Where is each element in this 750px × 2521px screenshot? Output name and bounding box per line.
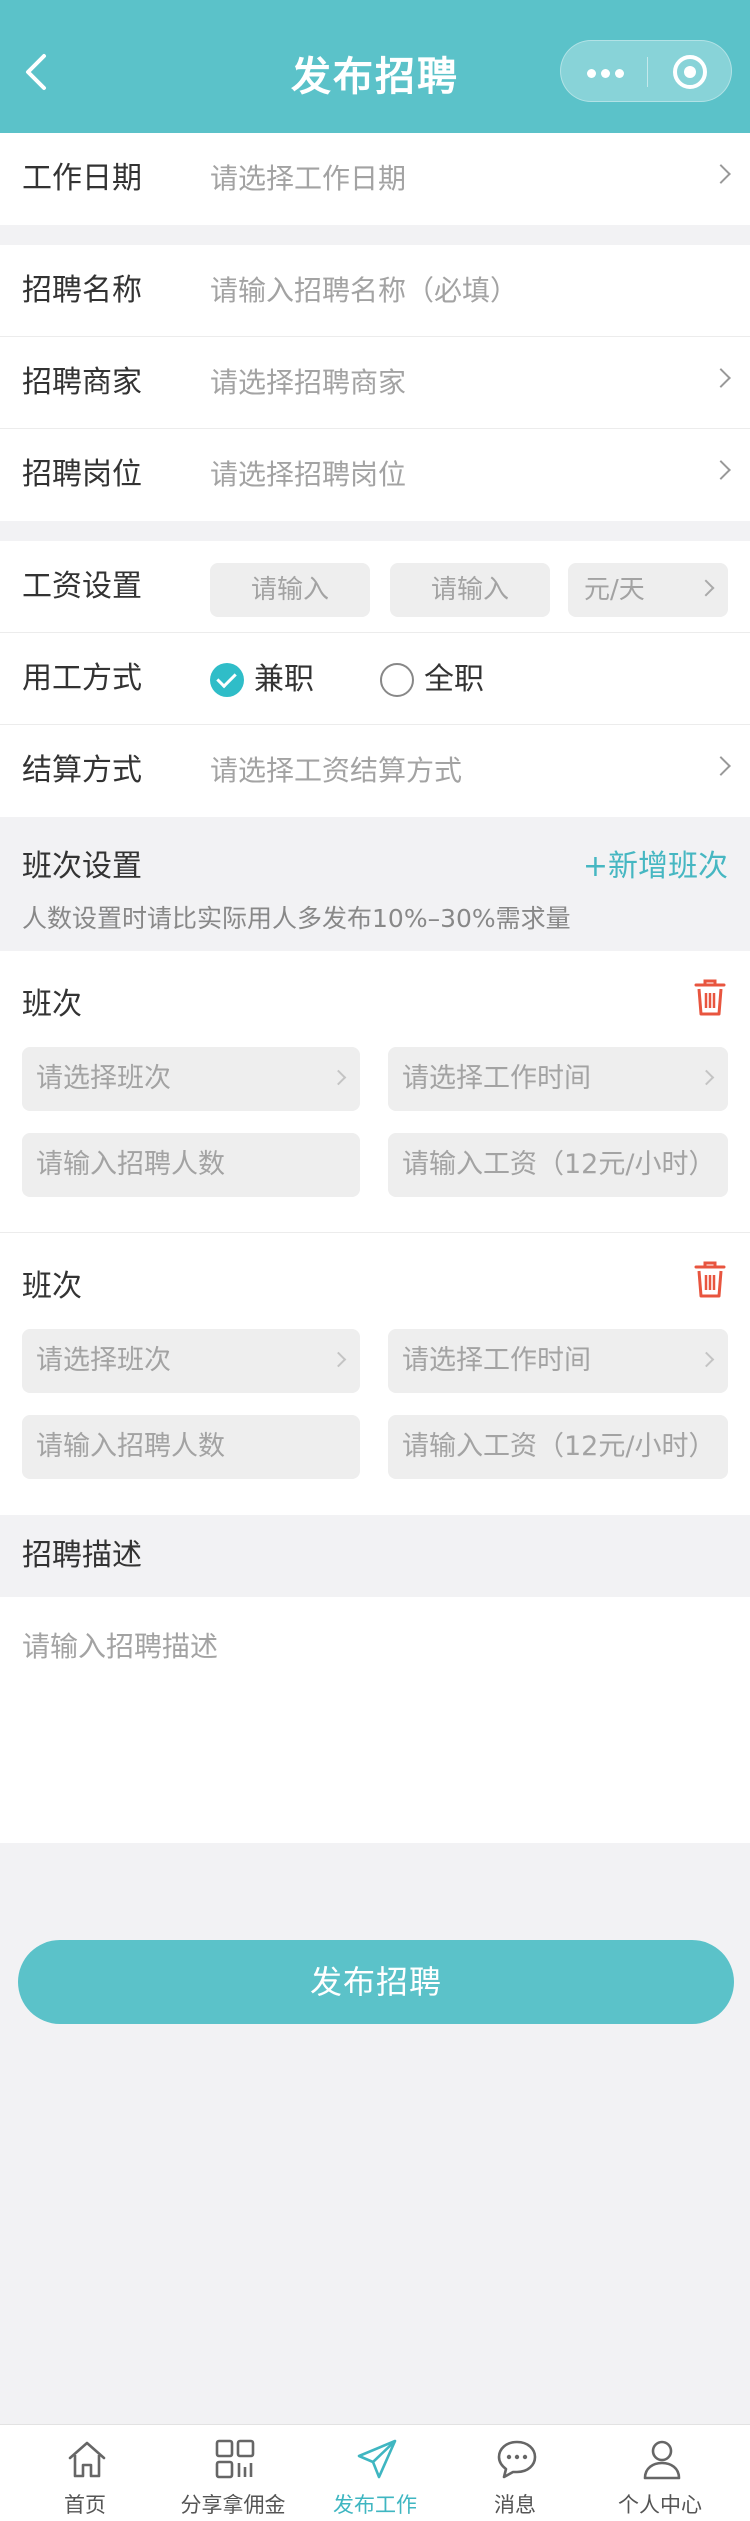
wage-input[interactable]: 请输入工资（12元/小时） bbox=[388, 1133, 728, 1197]
shift-card: 班次 请选择班次 请选择工作时间 请输入招聘人数 请输入工资（12元/小时） bbox=[0, 951, 750, 1233]
description-placeholder: 请输入招聘描述 bbox=[22, 1630, 219, 1663]
shift-settings-header: 班次设置 +新增班次 人数设置时请比实际用人多发布10%–30%需求量 bbox=[0, 817, 750, 951]
trash-icon[interactable] bbox=[694, 977, 726, 1017]
salary-unit-select[interactable]: 元/天 bbox=[568, 563, 728, 617]
chevron-right-icon bbox=[698, 1351, 715, 1368]
shift-title: 班次 bbox=[22, 1269, 82, 1304]
tab-bar: 首页 分享拿佣金 发布工作 消息 个人中心 bbox=[0, 2424, 750, 2521]
basic-info-group: 招聘名称 请输入招聘名称（必填） 招聘商家 请选择招聘商家 招聘岗位 请选择招聘… bbox=[0, 245, 750, 521]
recruit-name-label: 招聘名称 bbox=[22, 273, 142, 308]
settlement-row[interactable]: 结算方式 请选择工资结算方式 bbox=[0, 725, 750, 817]
publish-button[interactable]: 发布招聘 bbox=[18, 1940, 734, 2024]
position-row[interactable]: 招聘岗位 请选择招聘岗位 bbox=[0, 429, 750, 521]
radio-part-time[interactable]: 兼职 bbox=[210, 663, 314, 697]
employment-label: 用工方式 bbox=[22, 661, 142, 696]
tab-share[interactable]: 分享拿佣金 bbox=[158, 2425, 308, 2521]
tab-messages[interactable]: 消息 bbox=[440, 2425, 590, 2521]
add-shift-button[interactable]: +新增班次 bbox=[583, 841, 728, 885]
chevron-right-icon bbox=[330, 1069, 347, 1086]
merchant-value: 请选择招聘商家 bbox=[210, 366, 407, 399]
headcount-input[interactable]: 请输入招聘人数 bbox=[22, 1415, 360, 1479]
shift-title: 班次 bbox=[22, 987, 82, 1022]
radio-unchecked-icon bbox=[380, 663, 414, 697]
employment-row: 用工方式 兼职 全职 bbox=[0, 633, 750, 725]
merchant-row[interactable]: 招聘商家 请选择招聘商家 bbox=[0, 337, 750, 429]
work-time-placeholder: 请选择工作时间 bbox=[402, 1063, 591, 1094]
radio-full-time-label: 全职 bbox=[424, 662, 484, 697]
shift-select-placeholder: 请选择班次 bbox=[36, 1063, 171, 1094]
chevron-right-icon bbox=[711, 460, 731, 480]
work-time-select[interactable]: 请选择工作时间 bbox=[388, 1047, 728, 1111]
chevron-right-icon bbox=[711, 164, 731, 184]
shift-settings-title: 班次设置 bbox=[22, 849, 142, 884]
recruit-name-input[interactable]: 请输入招聘名称（必填） bbox=[210, 245, 518, 337]
tab-home-label: 首页 bbox=[64, 2493, 106, 2517]
radio-part-time-label: 兼职 bbox=[254, 662, 314, 697]
description-textarea[interactable]: 请输入招聘描述 bbox=[0, 1597, 750, 1843]
tab-share-label: 分享拿佣金 bbox=[180, 2493, 286, 2517]
shift-card: 班次 请选择班次 请选择工作时间 请输入招聘人数 请输入工资（12元/小时） bbox=[0, 1233, 750, 1515]
tab-profile-label: 个人中心 bbox=[618, 2493, 702, 2517]
user-icon bbox=[643, 2440, 681, 2480]
work-date-row[interactable]: 工作日期 请选择工作日期 bbox=[0, 133, 750, 225]
chevron-right-icon bbox=[711, 756, 731, 776]
chevron-right-icon bbox=[697, 579, 715, 597]
chevron-right-icon bbox=[698, 1069, 715, 1086]
salary-row: 工资设置 请输入 请输入 元/天 bbox=[0, 541, 750, 633]
nav-bar: 发布招聘 bbox=[0, 0, 750, 133]
shift-select[interactable]: 请选择班次 bbox=[22, 1047, 360, 1111]
work-time-select[interactable]: 请选择工作时间 bbox=[388, 1329, 728, 1393]
work-date-value: 请选择工作日期 bbox=[210, 162, 407, 195]
merchant-label: 招聘商家 bbox=[22, 365, 142, 400]
salary-label: 工资设置 bbox=[22, 569, 142, 604]
tab-messages-label: 消息 bbox=[494, 2493, 536, 2517]
home-icon bbox=[68, 2441, 106, 2478]
position-value: 请选择招聘岗位 bbox=[210, 458, 407, 491]
shift-settings-note: 人数设置时请比实际用人多发布10%–30%需求量 bbox=[22, 904, 571, 933]
description-title: 招聘描述 bbox=[0, 1515, 750, 1597]
salary-unit-value: 元/天 bbox=[584, 575, 645, 605]
tab-publish-label: 发布工作 bbox=[333, 2493, 417, 2517]
tab-home[interactable]: 首页 bbox=[10, 2425, 160, 2521]
settlement-label: 结算方式 bbox=[22, 753, 142, 788]
close-target-icon[interactable] bbox=[673, 55, 707, 89]
work-time-placeholder: 请选择工作时间 bbox=[402, 1345, 591, 1376]
tab-profile[interactable]: 个人中心 bbox=[585, 2425, 735, 2521]
position-label: 招聘岗位 bbox=[22, 457, 142, 492]
salary-min-input[interactable]: 请输入 bbox=[210, 563, 370, 617]
shift-select-placeholder: 请选择班次 bbox=[36, 1345, 171, 1376]
recruit-name-row[interactable]: 招聘名称 请输入招聘名称（必填） bbox=[0, 245, 750, 337]
salary-group: 工资设置 请输入 请输入 元/天 用工方式 兼职 全职 结算方式 请选择工资结算… bbox=[0, 541, 750, 817]
miniprogram-capsule bbox=[560, 40, 732, 102]
headcount-input[interactable]: 请输入招聘人数 bbox=[22, 1133, 360, 1197]
chevron-right-icon bbox=[711, 368, 731, 388]
radio-full-time[interactable]: 全职 bbox=[380, 663, 484, 697]
chat-bubble-icon bbox=[497, 2440, 537, 2479]
settlement-value: 请选择工资结算方式 bbox=[210, 754, 463, 787]
capsule-divider bbox=[647, 57, 648, 87]
paper-plane-icon bbox=[357, 2439, 397, 2479]
radio-checked-icon bbox=[210, 663, 244, 697]
shift-select[interactable]: 请选择班次 bbox=[22, 1329, 360, 1393]
wage-input[interactable]: 请输入工资（12元/小时） bbox=[388, 1415, 728, 1479]
trash-icon[interactable] bbox=[694, 1259, 726, 1299]
work-date-group: 工作日期 请选择工作日期 bbox=[0, 133, 750, 225]
chevron-right-icon bbox=[330, 1351, 347, 1368]
more-dots-icon[interactable] bbox=[587, 63, 629, 82]
work-date-label: 工作日期 bbox=[22, 161, 142, 196]
tab-publish[interactable]: 发布工作 bbox=[300, 2425, 450, 2521]
qrcode-icon bbox=[215, 2439, 255, 2479]
salary-max-input[interactable]: 请输入 bbox=[390, 563, 550, 617]
